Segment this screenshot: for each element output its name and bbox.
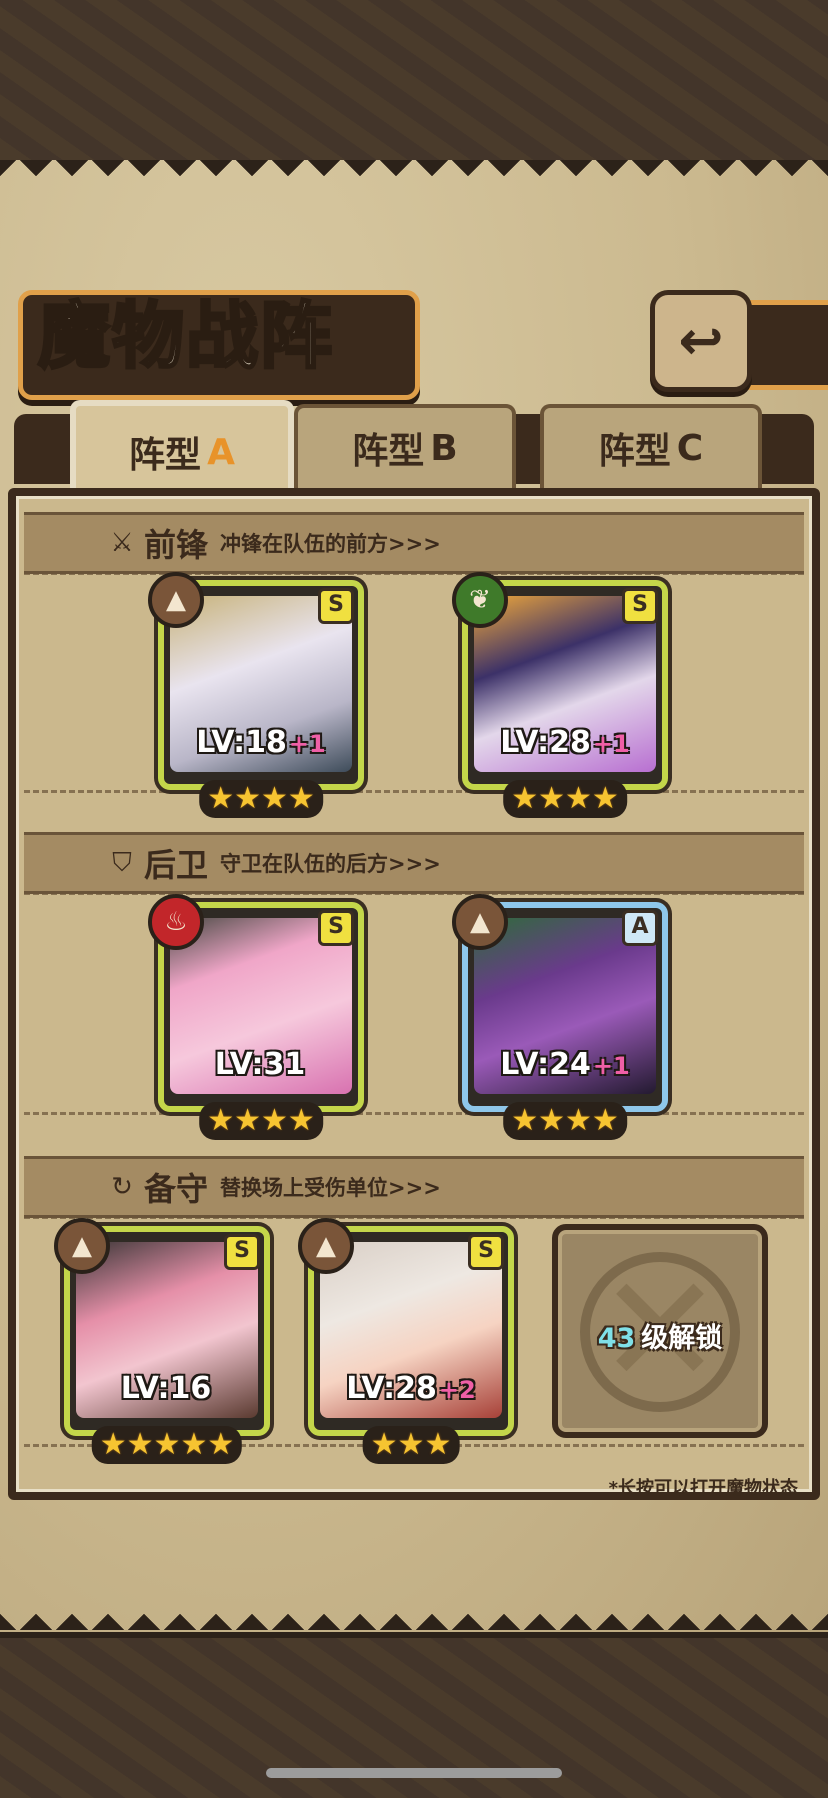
level-text: LV:28 xyxy=(500,725,591,760)
section-title: 备守 xyxy=(144,1170,209,1208)
top-torn-edge xyxy=(0,160,828,190)
back-button[interactable]: ↩ xyxy=(650,290,752,392)
back-arrow-icon: ↩ xyxy=(678,309,724,372)
row-divider xyxy=(24,892,804,895)
tab-label: 阵型 xyxy=(598,431,671,472)
level-bonus: +1 xyxy=(288,730,326,758)
swap-icon: ↻ xyxy=(111,1172,133,1202)
page-title: 魔物战阵 xyxy=(37,292,335,380)
monster-level: LV:18+1 xyxy=(164,725,358,760)
earth-element-icon: ▲ xyxy=(452,894,508,950)
section-reserve-header: ↻ 备守 替换场上受伤单位>>> xyxy=(24,1156,804,1218)
unlock-level: 43 xyxy=(597,1323,636,1354)
tab-suffix: A xyxy=(207,431,235,473)
monster-level: LV:16 xyxy=(70,1371,264,1406)
section-desc: 冲锋在队伍的前方>>> xyxy=(220,532,441,556)
level-bonus: +2 xyxy=(438,1376,476,1404)
star-rating: ★★★★★ xyxy=(91,1426,243,1464)
level-text: LV:24 xyxy=(500,1047,591,1082)
section-rear-header: ⛉ 后卫 守卫在队伍的后方>>> xyxy=(24,832,804,894)
tab-formation-c[interactable]: 阵型 C xyxy=(540,404,762,488)
tab-formation-b[interactable]: 阵型 B xyxy=(294,404,516,488)
monster-level: LV:31 xyxy=(164,1047,358,1082)
level-text: LV:28 xyxy=(346,1371,437,1406)
section-title: 前锋 xyxy=(144,526,209,564)
row-divider xyxy=(24,572,804,575)
tab-suffix: B xyxy=(430,427,458,469)
unlock-label: 级解锁 xyxy=(641,1323,723,1354)
section-desc: 替换场上受伤单位>>> xyxy=(220,1176,441,1200)
star-rating: ★★★★ xyxy=(503,1102,627,1140)
level-text: LV:31 xyxy=(214,1047,306,1082)
star-rating: ★★★★ xyxy=(199,780,323,818)
unlock-requirement: 43 级解锁 xyxy=(558,1316,762,1355)
rank-badge: S xyxy=(468,1234,504,1270)
level-text: LV:18 xyxy=(196,725,287,760)
section-title: 后卫 xyxy=(144,846,209,884)
tab-label: 阵型 xyxy=(129,435,202,476)
rank-badge: A xyxy=(622,910,658,946)
leaf-element-icon: ❦ xyxy=(452,572,508,628)
rank-badge: S xyxy=(622,588,658,624)
locked-slot[interactable]: ✕ 43 级解锁 xyxy=(552,1224,768,1438)
earth-element-icon: ▲ xyxy=(298,1218,354,1274)
level-bonus: +1 xyxy=(592,1052,630,1080)
level-bonus: +1 xyxy=(592,730,630,758)
star-rating: ★★★ xyxy=(362,1426,460,1464)
earth-element-icon: ▲ xyxy=(54,1218,110,1274)
section-front-header: ⚔ 前锋 冲锋在队伍的前方>>> xyxy=(24,512,804,574)
tab-suffix: C xyxy=(676,427,704,469)
rank-badge: S xyxy=(224,1234,260,1270)
rank-badge: S xyxy=(318,588,354,624)
section-desc: 守卫在队伍的后方>>> xyxy=(220,852,441,876)
star-rating: ★★★★ xyxy=(503,780,627,818)
tab-formation-a[interactable]: 阵型 A xyxy=(70,400,294,498)
row-divider xyxy=(24,1216,804,1219)
row-divider xyxy=(24,790,804,793)
monster-level: LV:28+1 xyxy=(468,725,662,760)
bottom-torn-edge xyxy=(0,1600,828,1630)
level-text: LV:16 xyxy=(120,1371,212,1406)
fire-element-icon: ♨ xyxy=(148,894,204,950)
top-frame xyxy=(0,0,828,166)
tab-label: 阵型 xyxy=(352,431,425,472)
star-rating: ★★★★ xyxy=(199,1102,323,1140)
row-divider xyxy=(24,1112,804,1115)
earth-element-icon: ▲ xyxy=(148,572,204,628)
long-press-hint: *长按可以打开魔物状态 xyxy=(608,1478,798,1499)
shield-icon: ⛉ xyxy=(112,847,132,878)
monster-level: LV:28+2 xyxy=(314,1371,508,1406)
home-indicator[interactable] xyxy=(266,1768,562,1778)
sword-icon: ⚔ xyxy=(110,528,134,558)
monster-level: LV:24+1 xyxy=(468,1047,662,1082)
rank-badge: S xyxy=(318,910,354,946)
